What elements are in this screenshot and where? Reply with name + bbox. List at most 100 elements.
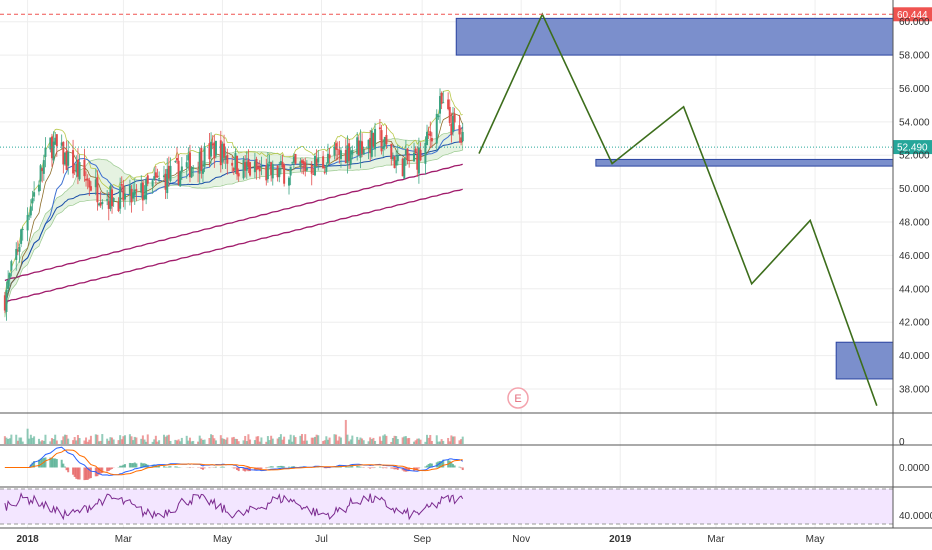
volume-bar [442,440,445,444]
volume-bar [305,440,308,444]
candle [403,158,406,180]
ichimoku-cloud [4,89,464,318]
candle-body [7,279,10,289]
candle-body [101,201,104,205]
x-tick-label: Mar [115,534,133,545]
volume-bar [214,440,217,444]
candle [426,124,429,146]
macd-histogram-bar [385,467,388,469]
candle-body [119,186,122,209]
candle-body [120,184,123,186]
projection-line[interactable] [478,12,878,406]
candle-body [396,155,399,162]
candle-body [424,142,427,164]
candle-body [67,152,70,166]
x-tick-label: Sep [413,534,431,545]
volume-bar [294,437,297,444]
candle-body [231,162,234,166]
x-tick-label: 2019 [609,534,632,545]
candle-body [169,165,172,181]
candle-body [278,168,281,178]
y-tick-label: 48.000 [899,218,930,229]
macd-histogram-bar [214,466,217,468]
volume-bar [271,438,274,444]
candle [37,180,40,196]
candle-body [83,159,86,177]
candle [154,165,157,185]
candle-body [408,159,411,161]
y-tick-label: 58.000 [899,51,930,62]
volume-bar [158,440,161,444]
macd-histogram-bar [63,466,66,468]
event-marker[interactable]: E [507,387,529,409]
y-tick-label: 44.000 [899,284,930,295]
macd-histogram-bar [55,459,58,468]
volume-bar [374,440,377,444]
candle-body [5,290,8,312]
rsi-y-tick: 40.0000 [899,511,932,522]
candle-body [429,131,432,137]
volume-bar [461,436,464,444]
macd-histogram-bar [223,466,226,468]
candle-body [461,131,464,142]
candle-body [413,152,416,162]
candle-body [310,164,313,174]
candle-body [192,167,195,169]
zone-rect[interactable] [455,17,894,56]
macd-histogram-bar [135,463,138,468]
supply-demand-zones[interactable] [455,17,894,380]
candle [179,170,182,187]
volume-bar [249,439,252,444]
candle [294,153,297,165]
rsi-band [0,489,893,524]
event-marker-label: E [514,393,521,405]
volume-bar [408,437,411,444]
volume-bar [124,435,127,444]
volume-bar [10,434,13,444]
candle [174,160,177,163]
candle-body [442,102,445,104]
macd-histogram-bar [67,467,70,473]
y-tick-label: 52.000 [899,151,930,162]
candle-body [10,261,13,271]
candle-body [385,134,388,145]
candle-body [317,157,320,163]
last-price-line: 52.490 [0,140,932,155]
y-tick-label: 40.000 [899,351,930,362]
candle-body [430,138,433,142]
projection-path[interactable] [478,12,878,406]
candle-body [72,150,75,174]
candle-body [283,164,286,184]
x-tick-label: 2018 [16,534,39,545]
candle-body [322,156,325,169]
candle-body [390,143,393,159]
indicator-panes: 0 0.0000 40.0000 [0,412,932,525]
candle-body [336,149,339,150]
candle-body [258,168,261,172]
candle-body [39,165,42,182]
candle-body [448,106,451,123]
zone-rect[interactable] [595,158,894,167]
candle-body [180,166,183,172]
volume-bar [237,441,240,444]
candle-body [20,229,23,244]
candle-body [237,173,240,177]
macd-histogram-bar [265,467,268,469]
candle-body [200,147,203,172]
volume-bar [339,437,342,444]
volume-bar [55,440,58,444]
candle-body [42,160,45,174]
candle-body [362,149,365,155]
price-chart[interactable]: 60.444 52.490 E 00.000040.0000 2018 Mar Ma… [0,0,932,550]
candle-body [158,178,161,180]
candle-body [8,273,11,279]
candle-body [374,128,377,150]
candle [461,123,464,143]
candle-body [179,171,182,187]
macd-histogram-bar [44,457,47,468]
candle-body [260,166,263,168]
candle-body [146,175,149,184]
y-tick-label: 38.000 [899,384,930,395]
volume-bar [385,435,388,444]
candle-body [325,165,328,172]
